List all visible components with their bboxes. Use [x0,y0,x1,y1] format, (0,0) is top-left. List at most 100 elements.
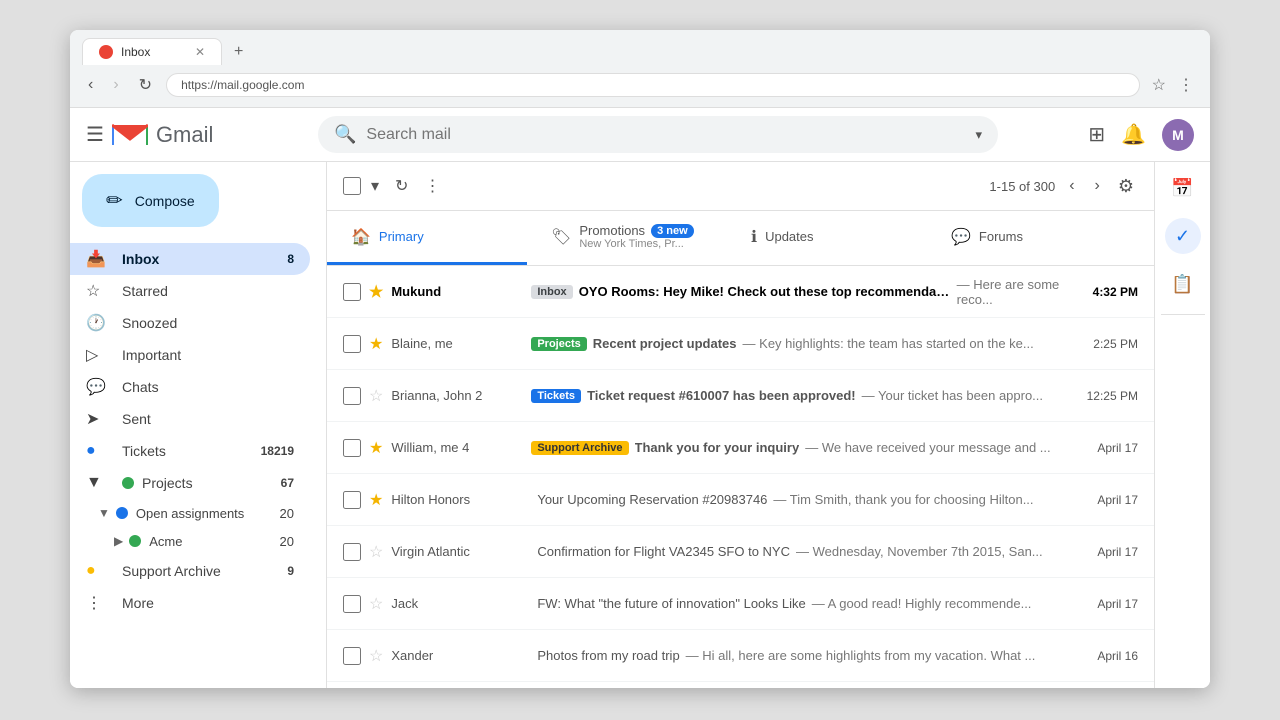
table-row[interactable]: ★ Mukund Inbox OYO Rooms: Hey Mike! Chec… [327,266,1154,318]
refresh-button[interactable]: ↻ [389,170,414,202]
compose-label: Compose [135,193,195,209]
gmail-main-row: ✏ Compose 📥 Inbox 8 ☆ Starred 🕐 Snoo [70,162,1210,688]
email-time: April 17 [1078,597,1138,611]
email-star[interactable]: ★ [369,438,383,458]
sidebar-item-tickets[interactable]: ● Tickets 18219 [70,435,310,467]
label-inbox: Inbox [531,285,572,299]
email-subject-area: Photos from my road trip — Hi all, here … [537,648,1078,663]
compose-button[interactable]: ✏ Compose [82,174,219,227]
tab-forums[interactable]: 💬 Forums [927,211,1127,265]
table-row[interactable]: ★ Blaine, me Projects Recent project upd… [327,318,1154,370]
tab-updates[interactable]: ℹ Updates [727,211,927,265]
table-row[interactable]: ☆ Xander Photos from my road trip — Hi a… [327,630,1154,682]
gmail-header: ☰ Gmail 🔍 ▾ [70,108,1210,162]
email-checkbox[interactable] [343,335,361,353]
back-button[interactable]: ‹ [82,72,99,98]
address-bar[interactable]: https://mail.google.com [166,73,1140,97]
table-row[interactable]: ☆ Virgin Atlantic Confirmation for Fligh… [327,526,1154,578]
email-checkbox[interactable] [343,387,361,405]
email-star[interactable]: ☆ [369,594,383,614]
dropdown-arrow-button[interactable]: ▾ [365,170,385,202]
sidebar-item-projects[interactable]: ▼ Projects 67 [70,467,310,499]
bookmark-icon[interactable]: ☆ [1148,71,1170,99]
email-preview: — Your ticket has been appro... [862,388,1043,403]
promotions-tab-content: Promotions 3 new New York Times, Pr... [579,223,693,250]
search-options-icon[interactable]: ▾ [975,127,982,143]
email-subject-area: Your Upcoming Reservation #20983746 — Ti… [537,492,1078,507]
email-subject: Recent project updates [593,336,737,351]
sidebar-item-support-archive[interactable]: ● Support Archive 9 [70,555,310,587]
table-row[interactable]: ☆ Brianna, John 2 Tickets Ticket request… [327,370,1154,422]
settings-icon[interactable]: ⚙ [1114,172,1138,201]
sidebar-item-important[interactable]: ▷ Important [70,339,310,371]
email-checkbox[interactable] [343,491,361,509]
search-input[interactable] [366,126,965,144]
email-time: 12:25 PM [1078,389,1138,403]
address-text: https://mail.google.com [181,78,304,92]
next-page-button[interactable]: › [1089,171,1106,201]
browser-menu-icon[interactable]: ⋮ [1174,71,1198,99]
sent-icon: ➤ [86,409,110,429]
email-time: April 17 [1078,493,1138,507]
email-checkbox[interactable] [343,595,361,613]
email-checkbox[interactable] [343,283,361,301]
forums-tab-icon: 💬 [951,227,971,247]
sidebar-item-starred[interactable]: ☆ Starred [70,275,310,307]
sidebar-item-open-assignments[interactable]: ▼ Open assignments 20 [70,499,310,527]
calendar-panel-icon[interactable]: 📅 [1165,170,1201,206]
email-subject: Ticket request #610007 has been approved… [587,388,856,403]
more-options-button[interactable]: ⋮ [418,170,446,202]
reload-button[interactable]: ↻ [133,71,158,99]
email-checkbox[interactable] [343,439,361,457]
mail-toolbar: ▾ ↻ ⋮ 1-15 of 300 ‹ › ⚙ [327,162,1154,211]
notes-panel-icon[interactable]: 📋 [1165,266,1201,302]
hamburger-menu-icon[interactable]: ☰ [86,122,104,147]
email-star[interactable]: ☆ [369,386,383,406]
new-tab-button[interactable]: + [226,39,251,65]
sidebar-item-chats[interactable]: 💬 Chats [70,371,310,403]
email-star[interactable]: ★ [369,490,383,510]
tasks-panel-icon[interactable]: ✓ [1165,218,1201,254]
email-checkbox[interactable] [343,647,361,665]
sidebar-item-more[interactable]: ⋮ More [70,587,310,619]
user-avatar[interactable]: M [1162,119,1194,151]
sidebar-item-snoozed[interactable]: 🕐 Snoozed [70,307,310,339]
right-panel: 📅 ✓ 📋 + [1154,162,1210,688]
email-star[interactable]: ★ [369,334,383,354]
email-checkbox[interactable] [343,543,361,561]
browser-window: Inbox ✕ + ‹ › ↻ https://mail.google.com … [70,30,1210,688]
table-row[interactable]: ★ Hilton Honors Your Upcoming Reservatio… [327,474,1154,526]
table-row[interactable]: ☆ Jack FW: What "the future of innovatio… [327,578,1154,630]
tab-close-button[interactable]: ✕ [195,45,205,59]
email-sender: Mukund [391,284,531,299]
updates-tab-icon: ℹ [751,227,757,247]
email-star[interactable]: ☆ [369,646,383,666]
select-all-checkbox[interactable] [343,177,361,195]
snoozed-label: Snoozed [122,315,177,331]
sidebar-item-inbox[interactable]: 📥 Inbox 8 [70,243,310,275]
prev-page-button[interactable]: ‹ [1063,171,1080,201]
email-star[interactable]: ★ [369,282,383,302]
tab-primary[interactable]: 🏠 Primary [327,211,527,265]
gmail-logo: Gmail [112,121,213,149]
notifications-icon[interactable]: 🔔 [1121,122,1146,147]
email-subject: OYO Rooms: Hey Mike! Check out these top… [579,284,951,299]
apps-icon[interactable]: ⊞ [1088,122,1105,147]
sidebar-item-acme[interactable]: ▶ Acme 20 [70,527,310,555]
table-row[interactable]: ☆ Richard, Matthew, me 3 Product Strateg… [327,682,1154,688]
label-tickets: Tickets [531,389,581,403]
projects-expand-icon: ▼ [86,474,110,492]
email-preview: — We have received your message and ... [805,440,1050,455]
search-bar[interactable]: 🔍 ▾ [318,116,998,153]
inbox-label: Inbox [122,251,159,267]
email-subject-area: Ticket request #610007 has been approved… [587,388,1078,403]
email-star[interactable]: ☆ [369,542,383,562]
primary-tab-label: Primary [379,229,424,244]
browser-chrome: Inbox ✕ + ‹ › ↻ https://mail.google.com … [70,30,1210,108]
forward-button[interactable]: › [107,72,124,98]
label-projects: Projects [531,337,586,351]
browser-tab-gmail[interactable]: Inbox ✕ [82,38,222,65]
sidebar-item-sent[interactable]: ➤ Sent [70,403,310,435]
tab-promotions[interactable]: 🏷 Promotions 3 new New York Times, Pr... [527,211,727,265]
table-row[interactable]: ★ William, me 4 Support Archive Thank yo… [327,422,1154,474]
